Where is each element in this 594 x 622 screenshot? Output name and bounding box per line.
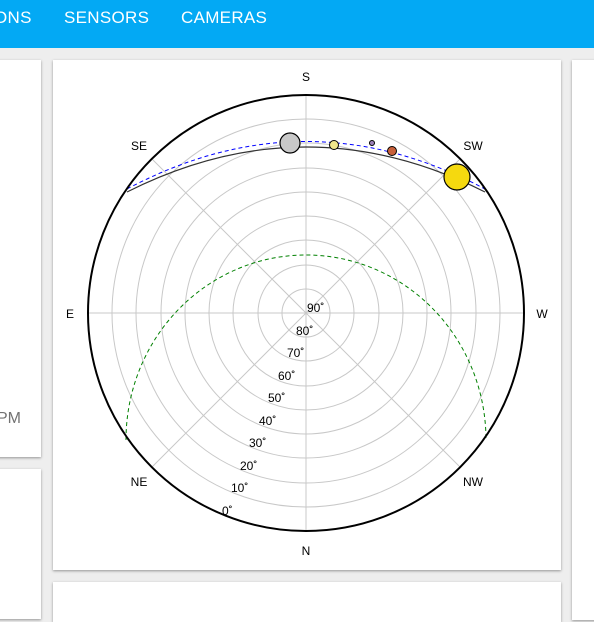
altitude-label: 60˚ xyxy=(278,369,295,383)
left-info-card: PM xyxy=(0,60,41,457)
sky-chart-card: S N E W SE SW NE NW 90˚ 80˚ 70˚ 60˚ 50˚ … xyxy=(53,60,561,570)
direction-label-n: N xyxy=(302,544,311,558)
altitude-label: 70˚ xyxy=(287,346,304,360)
tab-cameras[interactable]: CAMERAS xyxy=(181,8,267,28)
altitude-label: 0˚ xyxy=(222,504,233,518)
right-card-edge xyxy=(572,60,594,620)
sky-chart: S N E W SE SW NE NW 90˚ 80˚ 70˚ 60˚ 50˚ … xyxy=(66,70,548,558)
tab-sensors[interactable]: SENSORS xyxy=(64,8,149,28)
sun-marker xyxy=(443,163,471,191)
direction-label-s: S xyxy=(302,70,310,84)
moon-marker xyxy=(279,132,301,154)
direction-label-nw: NW xyxy=(463,475,484,489)
direction-label-e: E xyxy=(66,307,74,321)
altitude-label: 80˚ xyxy=(296,324,313,338)
azimuth-grid xyxy=(88,95,524,531)
top-tab-bar: ONS SENSORS CAMERAS xyxy=(0,0,594,48)
direction-label-se: SE xyxy=(131,139,147,153)
planet-marker xyxy=(387,146,397,156)
tab-locations[interactable]: ONS xyxy=(0,8,32,28)
altitude-label: 10˚ xyxy=(231,481,248,495)
left-lower-card xyxy=(0,469,41,619)
direction-label-ne: NE xyxy=(131,475,148,489)
altitude-label: 90˚ xyxy=(307,301,324,315)
planet-marker xyxy=(329,140,339,150)
direction-label-sw: SW xyxy=(463,139,483,153)
altitude-label: 30˚ xyxy=(249,436,266,450)
altitude-label: 40˚ xyxy=(259,414,276,428)
altitude-label: 50˚ xyxy=(268,391,285,405)
lower-card xyxy=(53,582,561,622)
altitude-label: 20˚ xyxy=(240,459,257,473)
planet-marker xyxy=(369,140,375,146)
direction-label-w: W xyxy=(536,307,548,321)
time-fragment: PM xyxy=(0,410,21,427)
